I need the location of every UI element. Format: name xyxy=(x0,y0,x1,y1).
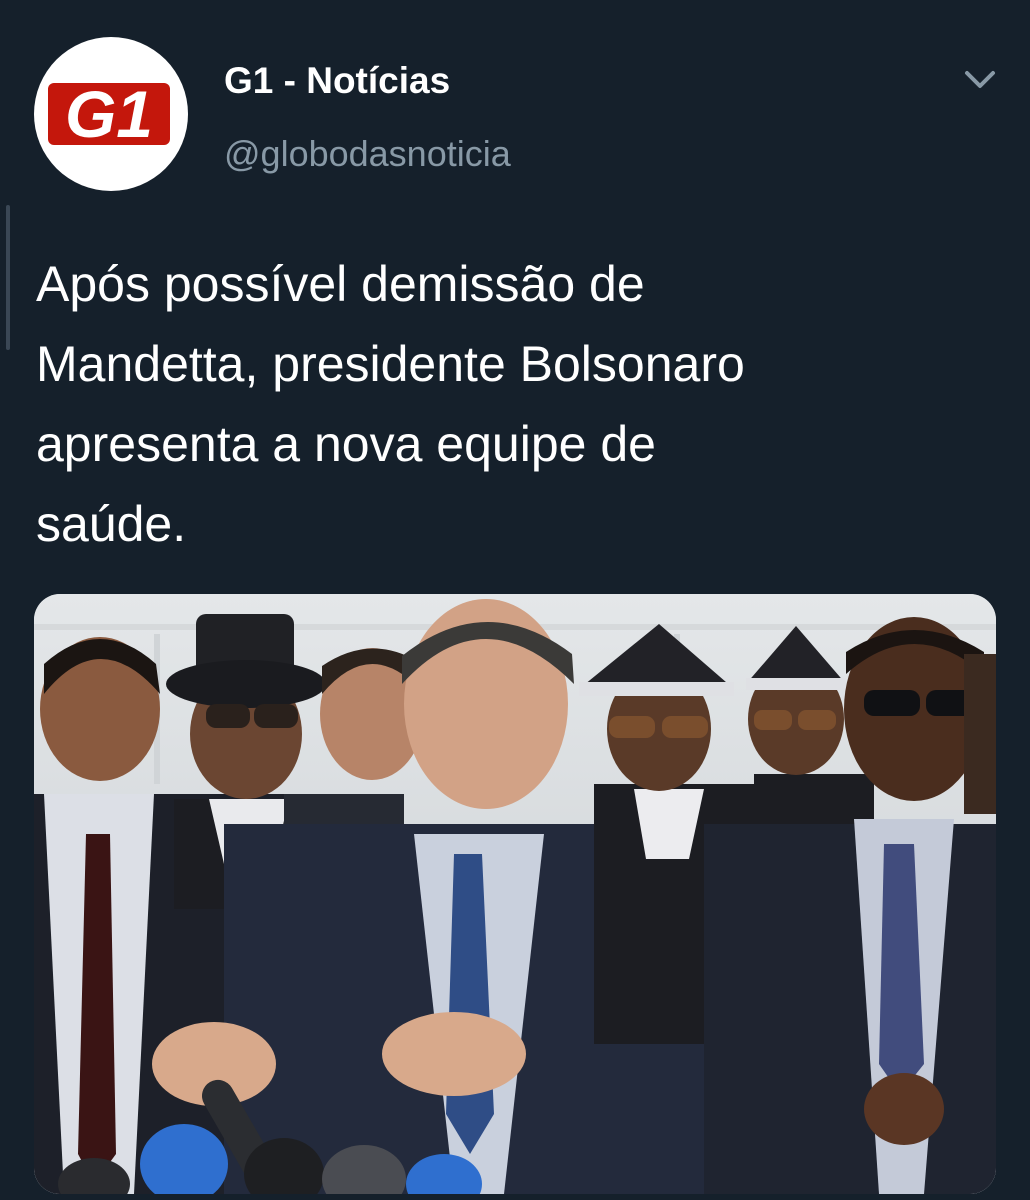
chevron-down-icon[interactable] xyxy=(962,66,998,94)
photo-illustration xyxy=(34,594,996,1194)
tweet-media-photo[interactable] xyxy=(34,594,996,1194)
tweet-text-line: Após possível demissão de xyxy=(36,256,645,312)
tweet-text-line: apresenta a nova equipe de xyxy=(36,416,656,472)
g1-logo-icon: G1 xyxy=(48,77,170,151)
tweet-text: Após possível demissão de Mandetta, pres… xyxy=(36,244,996,564)
user-handle[interactable]: @globodasnoticia xyxy=(224,133,511,175)
scroll-indicator[interactable] xyxy=(6,205,10,350)
tweet-text-line: Mandetta, presidente Bolsonaro xyxy=(36,336,745,392)
tweet-card[interactable]: G1 G1 - Notícias @globodasnoticia Após p… xyxy=(0,0,1030,1200)
tweet-text-line: saúde. xyxy=(36,496,187,552)
display-name[interactable]: G1 - Notícias xyxy=(224,60,450,102)
avatar[interactable]: G1 xyxy=(34,37,188,191)
g1-logo-text: G1 xyxy=(65,77,153,151)
